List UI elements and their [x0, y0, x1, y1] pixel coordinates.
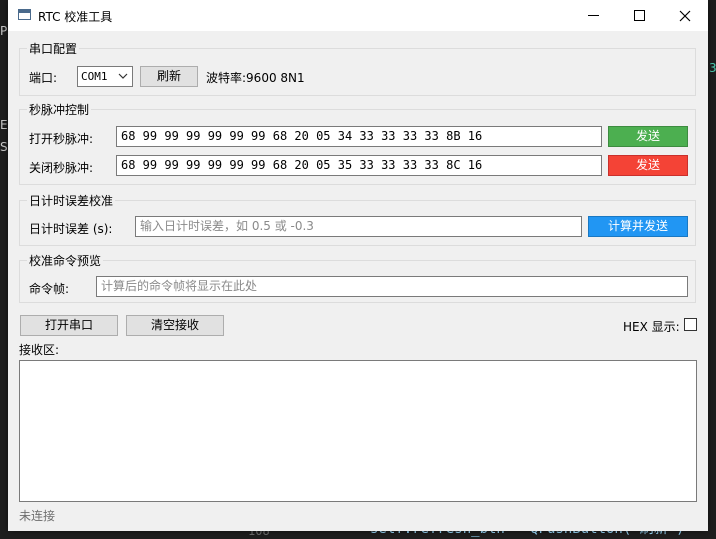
serial-config-title: 串口配置 [27, 40, 80, 57]
chevron-down-icon [118, 73, 128, 79]
close-button[interactable] [662, 0, 708, 31]
serial-config-group: 串口配置 端口: COM1 刷新 波特率:9600 8N1 [19, 40, 696, 96]
port-select[interactable]: COM1 [77, 66, 133, 87]
window-title: RTC 校准工具 [38, 10, 113, 24]
preview-group: 校准命令预览 命令帧: 计算后的命令帧将显示在此处 [19, 252, 696, 303]
open-pulse-label: 打开秒脉冲: [29, 132, 94, 146]
maximize-button[interactable] [616, 0, 662, 31]
clear-receive-button[interactable]: 清空接收 [126, 315, 224, 336]
app-icon [18, 9, 31, 20]
daily-error-title: 日计时误差校准 [27, 192, 116, 209]
close-pulse-input[interactable]: 68 99 99 99 99 99 99 68 20 05 35 33 33 3… [116, 155, 602, 176]
hex-display-checkbox[interactable] [684, 318, 697, 331]
daily-error-group: 日计时误差校准 日计时误差 (s): 输入日计时误差，如 0.5 或 -0.3 … [19, 192, 696, 246]
command-frame-label: 命令帧: [29, 282, 70, 296]
open-port-button[interactable]: 打开串口 [20, 315, 118, 336]
receive-textarea[interactable] [19, 360, 697, 502]
daily-error-label: 日计时误差 (s): [29, 222, 113, 236]
app-window: RTC 校准工具 串口配置 端口: COM1 刷新 波特率:9600 8N1 秒… [8, 0, 708, 531]
open-pulse-send-button[interactable]: 发送 [608, 126, 688, 147]
port-select-value: COM1 [81, 70, 108, 83]
bg-fragment: 3 [709, 61, 716, 75]
bg-fragment: E [0, 118, 8, 132]
refresh-button[interactable]: 刷新 [140, 66, 198, 87]
title-bar[interactable]: RTC 校准工具 [8, 0, 708, 31]
bg-fragment: S [0, 140, 8, 154]
port-label: 端口: [29, 71, 58, 85]
pulse-control-group: 秒脉冲控制 打开秒脉冲: 68 99 99 99 99 99 99 68 20 … [19, 101, 696, 185]
pulse-control-title: 秒脉冲控制 [27, 101, 92, 118]
close-icon [679, 10, 691, 22]
status-text: 未连接 [19, 509, 56, 523]
calc-send-button[interactable]: 计算并发送 [588, 216, 688, 237]
close-pulse-label: 关闭秒脉冲: [29, 161, 94, 175]
daily-error-input[interactable]: 输入日计时误差，如 0.5 或 -0.3 [135, 216, 582, 237]
hex-display-label: HEX 显示: [623, 320, 680, 334]
receive-label: 接收区: [19, 343, 60, 357]
bg-fragment: P [0, 24, 8, 38]
baud-info: 波特率:9600 8N1 [206, 71, 305, 85]
minimize-button[interactable] [570, 0, 616, 31]
close-pulse-send-button[interactable]: 发送 [608, 155, 688, 176]
open-pulse-input[interactable]: 68 99 99 99 99 99 99 68 20 05 34 33 33 3… [116, 126, 602, 147]
command-frame-input[interactable]: 计算后的命令帧将显示在此处 [96, 276, 688, 297]
preview-title: 校准命令预览 [27, 252, 104, 269]
